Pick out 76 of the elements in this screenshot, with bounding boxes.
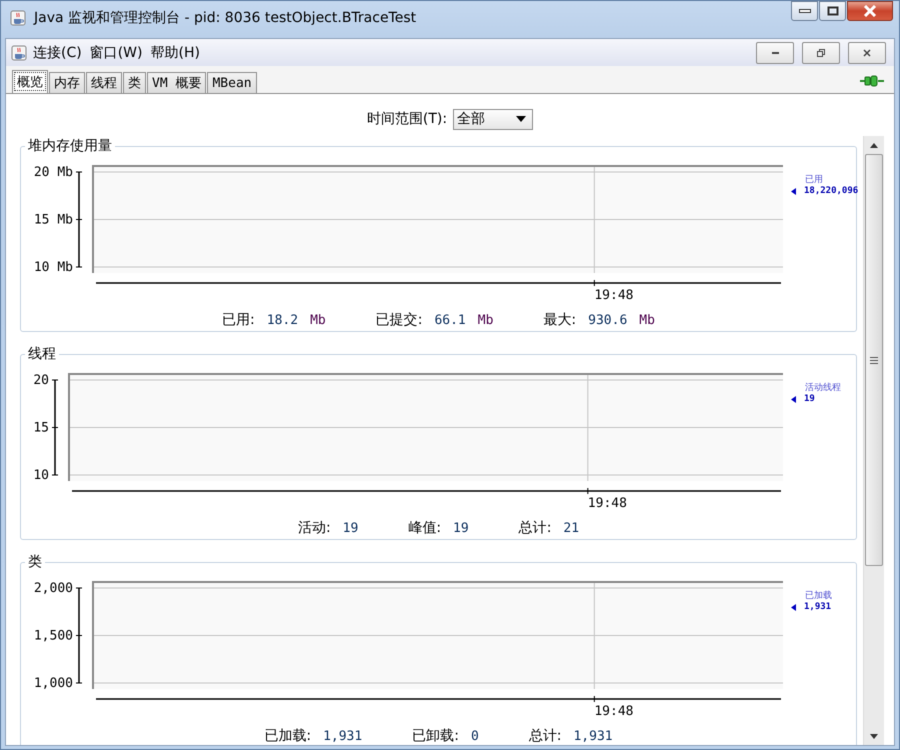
minimize-icon xyxy=(798,9,810,13)
time-range-label: 时间范围(T): xyxy=(366,110,448,128)
tab[interactable]: VM 概要 xyxy=(147,72,206,93)
tab[interactable]: MBean xyxy=(207,72,257,93)
stat-label: 最大: xyxy=(543,311,576,329)
panel-title: 类 xyxy=(25,554,45,570)
tab[interactable]: 类 xyxy=(123,72,146,93)
tab[interactable]: 内存 xyxy=(49,72,85,93)
plug-icon xyxy=(860,75,884,87)
panel-title: 线程 xyxy=(25,346,59,362)
stat-value: 66.1 xyxy=(434,313,466,328)
minimize-button[interactable] xyxy=(791,1,818,21)
window-title: Java 监视和管理控制台 - pid: 8036 testObject.BTraceTest xyxy=(34,9,416,27)
y-axis-label: 1,000 xyxy=(34,676,73,691)
stat-unit: Mb xyxy=(478,313,494,328)
panel-title: 堆内存使用量 xyxy=(25,138,115,154)
stat-label: 总计: xyxy=(518,519,552,537)
stat-value: 930.6 xyxy=(588,313,628,328)
stat-label: 峰值: xyxy=(408,519,442,537)
menu-item[interactable]: 窗口(W) xyxy=(88,44,144,62)
caret-icon xyxy=(516,116,526,122)
maximize-button[interactable] xyxy=(819,1,846,21)
legend-value: 19 xyxy=(804,394,815,404)
legend-marker-icon xyxy=(791,188,796,194)
stat-label: 活动: xyxy=(298,519,331,537)
stat-unit: Mb xyxy=(310,313,326,328)
y-axis-label: 20 Mb xyxy=(34,165,73,180)
stat-value: 21 xyxy=(563,521,580,536)
menu-item[interactable]: 连接(C) xyxy=(31,44,84,62)
legend-marker-icon xyxy=(791,396,796,402)
legend-value: 1,931 xyxy=(804,602,832,612)
close-icon xyxy=(863,5,877,17)
x-axis-label: 19:48 xyxy=(588,496,627,511)
maximize-icon xyxy=(826,6,838,16)
minimize-icon xyxy=(772,52,778,54)
y-axis-label: 10 xyxy=(33,468,49,483)
stat-label: 已用: xyxy=(222,311,255,329)
stat-label: 已提交: xyxy=(376,311,422,329)
stat-label: 总计: xyxy=(528,727,562,745)
x-axis-label: 19:48 xyxy=(594,704,634,719)
stat-value: 19 xyxy=(453,521,469,536)
y-axis-label: 10 Mb xyxy=(34,260,73,275)
stat-unit: Mb xyxy=(639,313,655,328)
legend-marker-icon xyxy=(791,604,796,610)
scrollbar[interactable] xyxy=(863,136,884,745)
legend-label: 已用 xyxy=(804,174,824,186)
close-button[interactable] xyxy=(848,42,886,64)
java-cup-icon[interactable] xyxy=(11,44,27,60)
y-axis-label: 15 xyxy=(33,420,49,436)
down-arrow-icon xyxy=(870,734,878,738)
y-axis-label: 1,500 xyxy=(34,628,73,644)
menu-item[interactable]: 帮助(H) xyxy=(148,44,202,62)
restore-icon xyxy=(816,48,826,58)
stat-value: 1,931 xyxy=(323,729,362,744)
up-arrow-icon xyxy=(870,142,878,148)
stat-value: 19 xyxy=(342,521,358,536)
x-axis-label: 19:48 xyxy=(594,288,634,303)
legend-label: 已加载 xyxy=(804,590,832,602)
tab[interactable]: 线程 xyxy=(86,72,122,93)
time-range-dropdown[interactable]: 全部 xyxy=(453,108,534,130)
legend-label: 活动线程 xyxy=(804,382,841,394)
tab[interactable]: 概览 xyxy=(12,70,48,93)
stat-label: 已加载: xyxy=(264,727,312,745)
y-axis-label: 15 Mb xyxy=(34,212,73,228)
close-button[interactable] xyxy=(847,1,893,21)
stat-value: 1,931 xyxy=(573,729,613,744)
scroll-thumb[interactable] xyxy=(865,154,883,566)
y-axis-label: 2,000 xyxy=(34,581,73,596)
java-cup-icon xyxy=(10,10,26,26)
stat-value: 0 xyxy=(470,729,479,744)
stat-label: 已卸载: xyxy=(412,727,459,745)
restore-button[interactable] xyxy=(802,42,840,64)
stat-value: 18.2 xyxy=(266,313,298,328)
close-icon xyxy=(862,48,872,58)
y-axis-label: 20 xyxy=(33,373,49,388)
legend-value: 18,220,096 xyxy=(804,186,858,196)
